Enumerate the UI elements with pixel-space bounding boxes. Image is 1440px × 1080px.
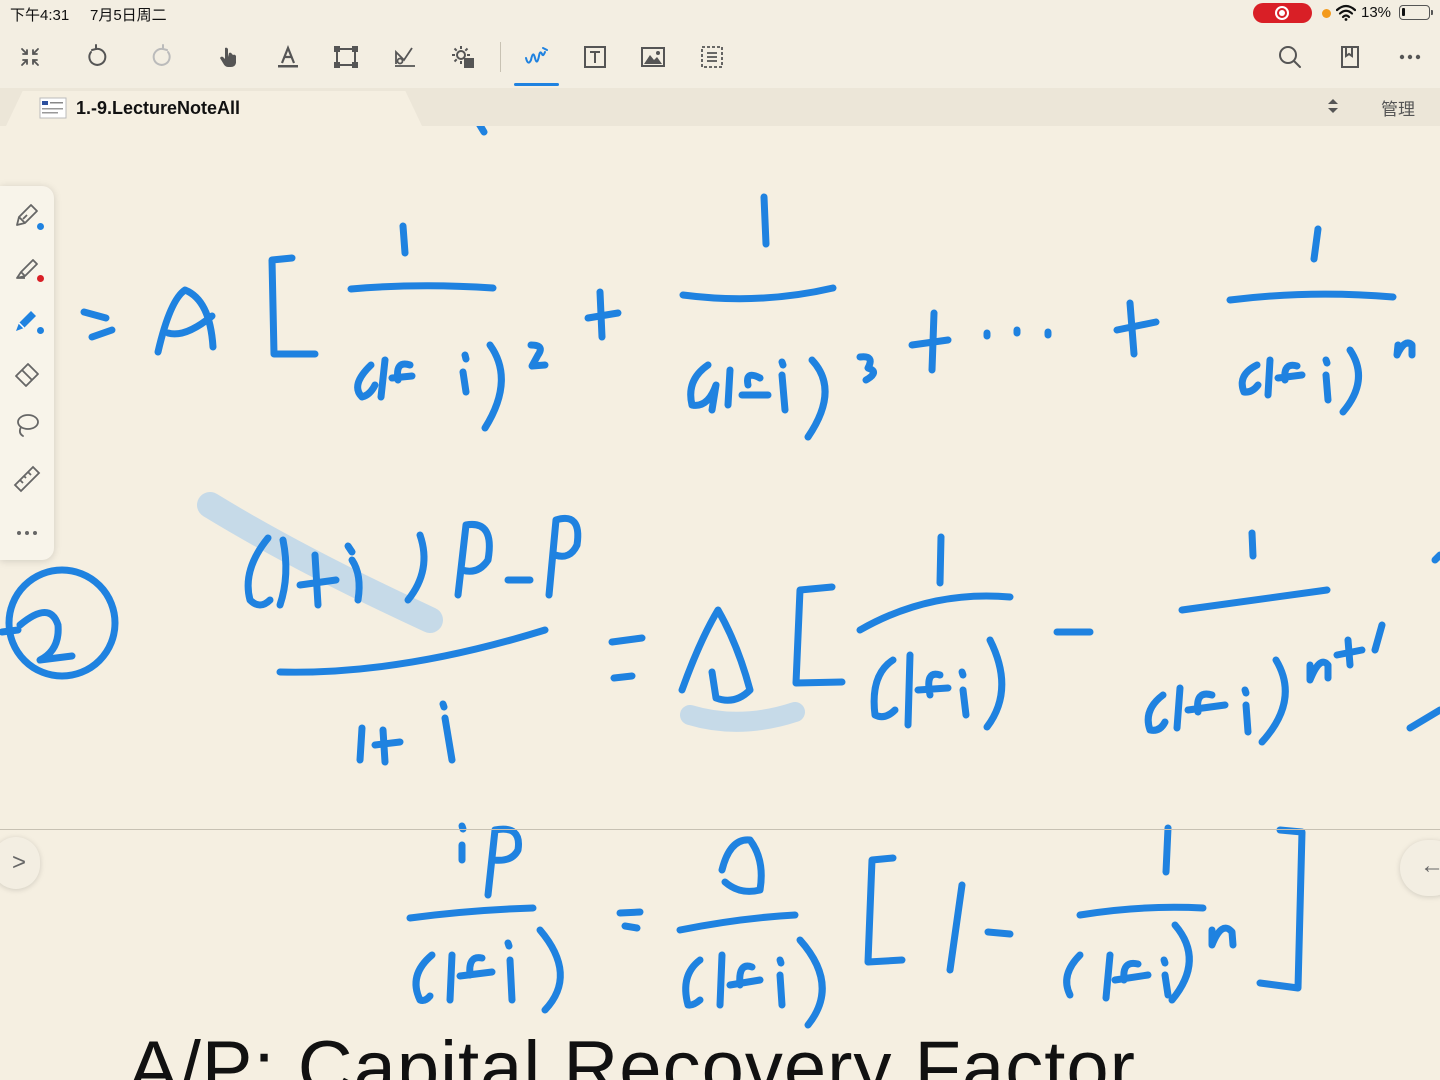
text-format-icon[interactable] [271, 40, 305, 74]
status-bar: 下午4:31 7月5日周二 13% [0, 0, 1440, 26]
selection-icon[interactable] [695, 40, 729, 74]
more-dots-icon[interactable] [10, 516, 44, 550]
arrow-left-icon: ← [1420, 852, 1440, 879]
image-icon[interactable] [636, 40, 670, 74]
battery-fill [1402, 8, 1405, 16]
slide-title: A/P: Capital Recovery Factor [128, 1026, 1136, 1080]
settings-icon[interactable] [446, 40, 480, 74]
lasso-icon[interactable] [10, 408, 44, 442]
screen-recording-indicator[interactable] [1253, 3, 1312, 23]
page-frame-icon[interactable] [329, 40, 363, 74]
eraser-icon[interactable] [10, 356, 44, 390]
search-icon[interactable] [1273, 40, 1307, 74]
record-dot [1279, 10, 1285, 16]
battery-percent: 13% [1361, 4, 1392, 21]
battery-tip [1431, 10, 1433, 15]
collapse-icon[interactable] [13, 40, 47, 74]
status-time: 下午4:31 [10, 7, 70, 24]
toolbar-divider [500, 42, 501, 72]
pen-color-dot [37, 223, 44, 230]
bookmark-icon[interactable] [1333, 40, 1367, 74]
page-divider [0, 829, 1440, 830]
marker-color-dot [37, 327, 44, 334]
note-canvas[interactable]: A/P: Capital Recovery Factor [0, 126, 1440, 1080]
diagram-icon[interactable] [388, 40, 422, 74]
status-date: 7月5日周二 [90, 7, 167, 24]
toolbar [0, 26, 1440, 88]
handwriting-icon[interactable] [519, 40, 553, 74]
wifi-icon [1336, 4, 1356, 21]
manage-button[interactable]: 管理 [1381, 95, 1415, 120]
ruler-icon[interactable] [10, 462, 44, 496]
more-icon[interactable] [1393, 40, 1427, 74]
undo-icon[interactable] [79, 40, 113, 74]
sort-icon[interactable] [1322, 95, 1344, 117]
text-box-icon[interactable] [578, 40, 612, 74]
battery-icon [1399, 5, 1430, 20]
document-tab-title[interactable]: 1.-9.LectureNoteAll [76, 98, 240, 119]
pen-palette [0, 186, 54, 560]
active-tool-indicator [514, 83, 559, 86]
redo-icon[interactable] [146, 40, 180, 74]
highlighter-color-dot [37, 275, 44, 282]
document-thumbnail-icon [39, 97, 67, 119]
chevron-right-icon: > [11, 849, 26, 876]
mic-in-use-indicator [1322, 9, 1331, 18]
hand-tool-icon[interactable] [212, 40, 246, 74]
handwritten-ink [0, 126, 1440, 1029]
